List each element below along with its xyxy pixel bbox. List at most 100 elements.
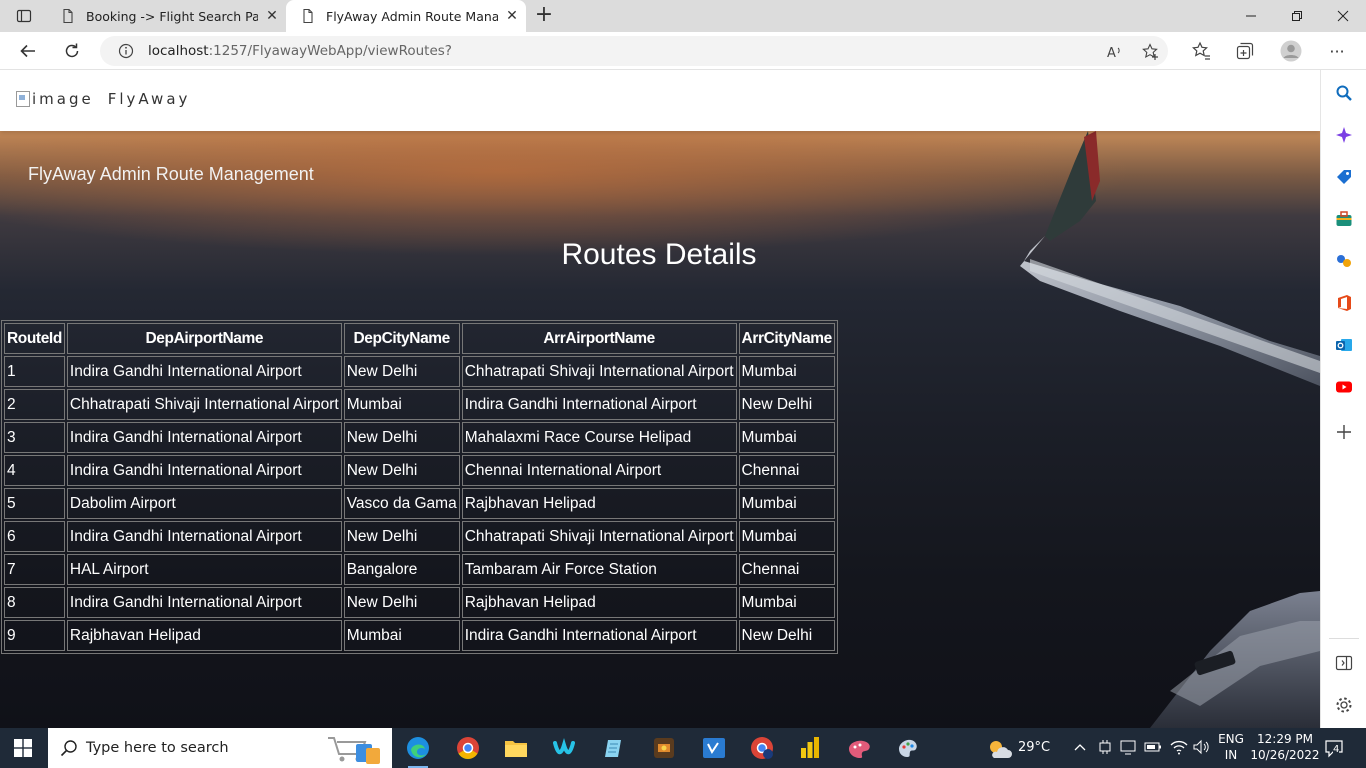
route-id-cell: 5 [4,488,65,519]
edge-sidebar [1320,70,1366,728]
dep-airport-cell: Indira Gandhi International Airport [66,422,342,453]
url-text[interactable]: localhost:1257/FlyawayWebApp/viewRoutes? [148,43,452,59]
taskbar-visual-studio-icon[interactable] [700,734,728,762]
arr-airport-cell: Rajbhavan Helipad [461,587,737,618]
windows-start-icon[interactable] [14,739,32,757]
dep-airport-cell: Indira Gandhi International Airport [66,587,342,618]
sidebar-settings-gear-icon[interactable] [1334,695,1354,715]
arr-airport-cell: Chhatrapati Shivaji International Airpor… [461,521,737,552]
airplane-wing-image [1020,131,1320,728]
page-icon [303,8,313,24]
close-window-button[interactable] [1320,0,1366,32]
taskbar-search-box[interactable]: Type here to search [48,728,392,768]
shopping-tag-icon[interactable] [1334,167,1354,187]
minimize-icon [1246,15,1256,17]
route-id-cell: 4 [4,455,65,486]
taskbar-paint-icon[interactable] [894,734,922,762]
column-header-arr-airport: ArrAirportName [461,323,737,354]
profile-avatar-icon[interactable] [1280,40,1302,62]
weather-partly-cloudy-icon [990,741,1012,758]
hide-sidebar-icon[interactable] [1334,653,1354,673]
youtube-icon[interactable] [1334,377,1354,397]
restore-icon [1292,11,1302,21]
favorites-icon[interactable] [1190,40,1212,62]
table-row: 3 Indira Gandhi International Airport New … [4,422,835,453]
clock-date: 10/26/2022 [1250,748,1320,762]
dep-airport-cell: Indira Gandhi International Airport [66,356,342,387]
taskbar-palette-app-icon[interactable] [846,734,874,762]
browser-tab-strip: Booking -> Flight Search Page ✕ FlyAway … [0,0,1366,32]
tab-title: Booking -> Flight Search Page [86,8,258,24]
dep-city-cell: New Delhi [343,521,460,552]
taskbar-webex-icon[interactable] [552,734,580,762]
table-row: 7 HAL Airport Bangalore Tambaram Air Force … [4,554,835,585]
brand-name: FlyAway [107,90,191,108]
brand-logo[interactable]: image FlyAway [16,90,190,108]
notification-count: 4 [1333,744,1340,755]
taskbar-notepad-icon[interactable] [600,734,628,762]
column-header-dep-city: DepCityName [343,323,460,354]
collections-icon[interactable] [1234,40,1256,62]
settings-menu-button[interactable]: ··· [1326,40,1348,62]
tab-booking[interactable]: Booking -> Flight Search Page ✕ [46,0,286,32]
network-adapter-icon[interactable] [1098,739,1112,755]
svg-text:A: A [1107,46,1116,61]
battery-icon[interactable] [1144,740,1162,754]
taskbar-game-app-icon[interactable] [650,734,678,762]
display-icon[interactable] [1120,739,1136,755]
taskbar-chrome-icon[interactable] [454,734,482,762]
dep-airport-cell: Indira Gandhi International Airport [66,455,342,486]
region-code: IN [1224,748,1238,762]
dep-city-cell: New Delhi [343,455,460,486]
address-bar[interactable]: localhost:1257/FlyawayWebApp/viewRoutes?… [100,36,1168,66]
tab-title: FlyAway Admin Route Managem [326,8,498,24]
clock[interactable]: 12:29 PM 10/26/2022 [1250,732,1320,762]
taskbar-file-explorer-icon[interactable] [502,734,530,762]
table-row: 1 Indira Gandhi International Airport New … [4,356,835,387]
wifi-icon[interactable] [1170,739,1188,755]
add-sidebar-app-icon[interactable] [1334,422,1354,442]
back-button[interactable] [14,38,42,64]
route-id-cell: 6 [4,521,65,552]
restore-button[interactable] [1274,0,1320,32]
taskbar-edge-icon[interactable] [404,734,432,768]
office-icon[interactable] [1334,293,1354,313]
add-favorite-icon[interactable] [1142,43,1160,61]
discover-sparkle-icon[interactable] [1334,125,1354,145]
search-icon[interactable] [1334,83,1354,103]
column-header-arr-city: ArrCityName [738,323,835,354]
dep-airport-cell: HAL Airport [66,554,342,585]
taskbar-chrome-profile-icon[interactable] [748,734,776,762]
tab-close-icon[interactable]: ✕ [258,8,286,24]
volume-icon[interactable] [1192,739,1210,755]
notification-center-button[interactable]: 4 [1324,738,1346,758]
dep-airport-cell: Rajbhavan Helipad [66,620,342,651]
arr-airport-cell: Tambaram Air Force Station [461,554,737,585]
minimize-button[interactable] [1228,0,1274,32]
route-id-cell: 1 [4,356,65,387]
refresh-button[interactable] [58,38,86,64]
read-aloud-icon[interactable]: A [1106,43,1124,61]
route-id-cell: 3 [4,422,65,453]
site-info-icon[interactable] [118,43,134,59]
show-hidden-icons-chevron-icon[interactable] [1074,742,1086,752]
weather-temperature[interactable]: 29°C [1018,740,1050,755]
taskbar-power-bi-icon[interactable] [796,734,824,762]
language-indicator[interactable]: ENG IN [1216,732,1246,762]
arr-city-cell: New Delhi [738,620,835,651]
column-header-routeid: RouteId [4,323,65,354]
table-row: 6 Indira Gandhi International Airport New … [4,521,835,552]
tools-briefcase-icon[interactable] [1334,209,1354,229]
arr-airport-cell: Chennai International Airport [461,455,737,486]
admin-page-title: FlyAway Admin Route Management [28,164,314,184]
tab-close-icon[interactable]: ✕ [498,8,526,24]
arr-city-cell: Mumbai [738,587,835,618]
new-tab-button[interactable]: + [532,4,556,28]
outlook-icon[interactable] [1334,335,1354,355]
games-icon[interactable] [1334,251,1354,271]
tab-actions-icon[interactable] [8,4,40,28]
tab-route-management[interactable]: FlyAway Admin Route Managem ✕ [286,0,526,32]
dep-city-cell: New Delhi [343,587,460,618]
routes-heading-text: Routes Details [561,238,757,271]
arr-city-cell: Mumbai [738,488,835,519]
